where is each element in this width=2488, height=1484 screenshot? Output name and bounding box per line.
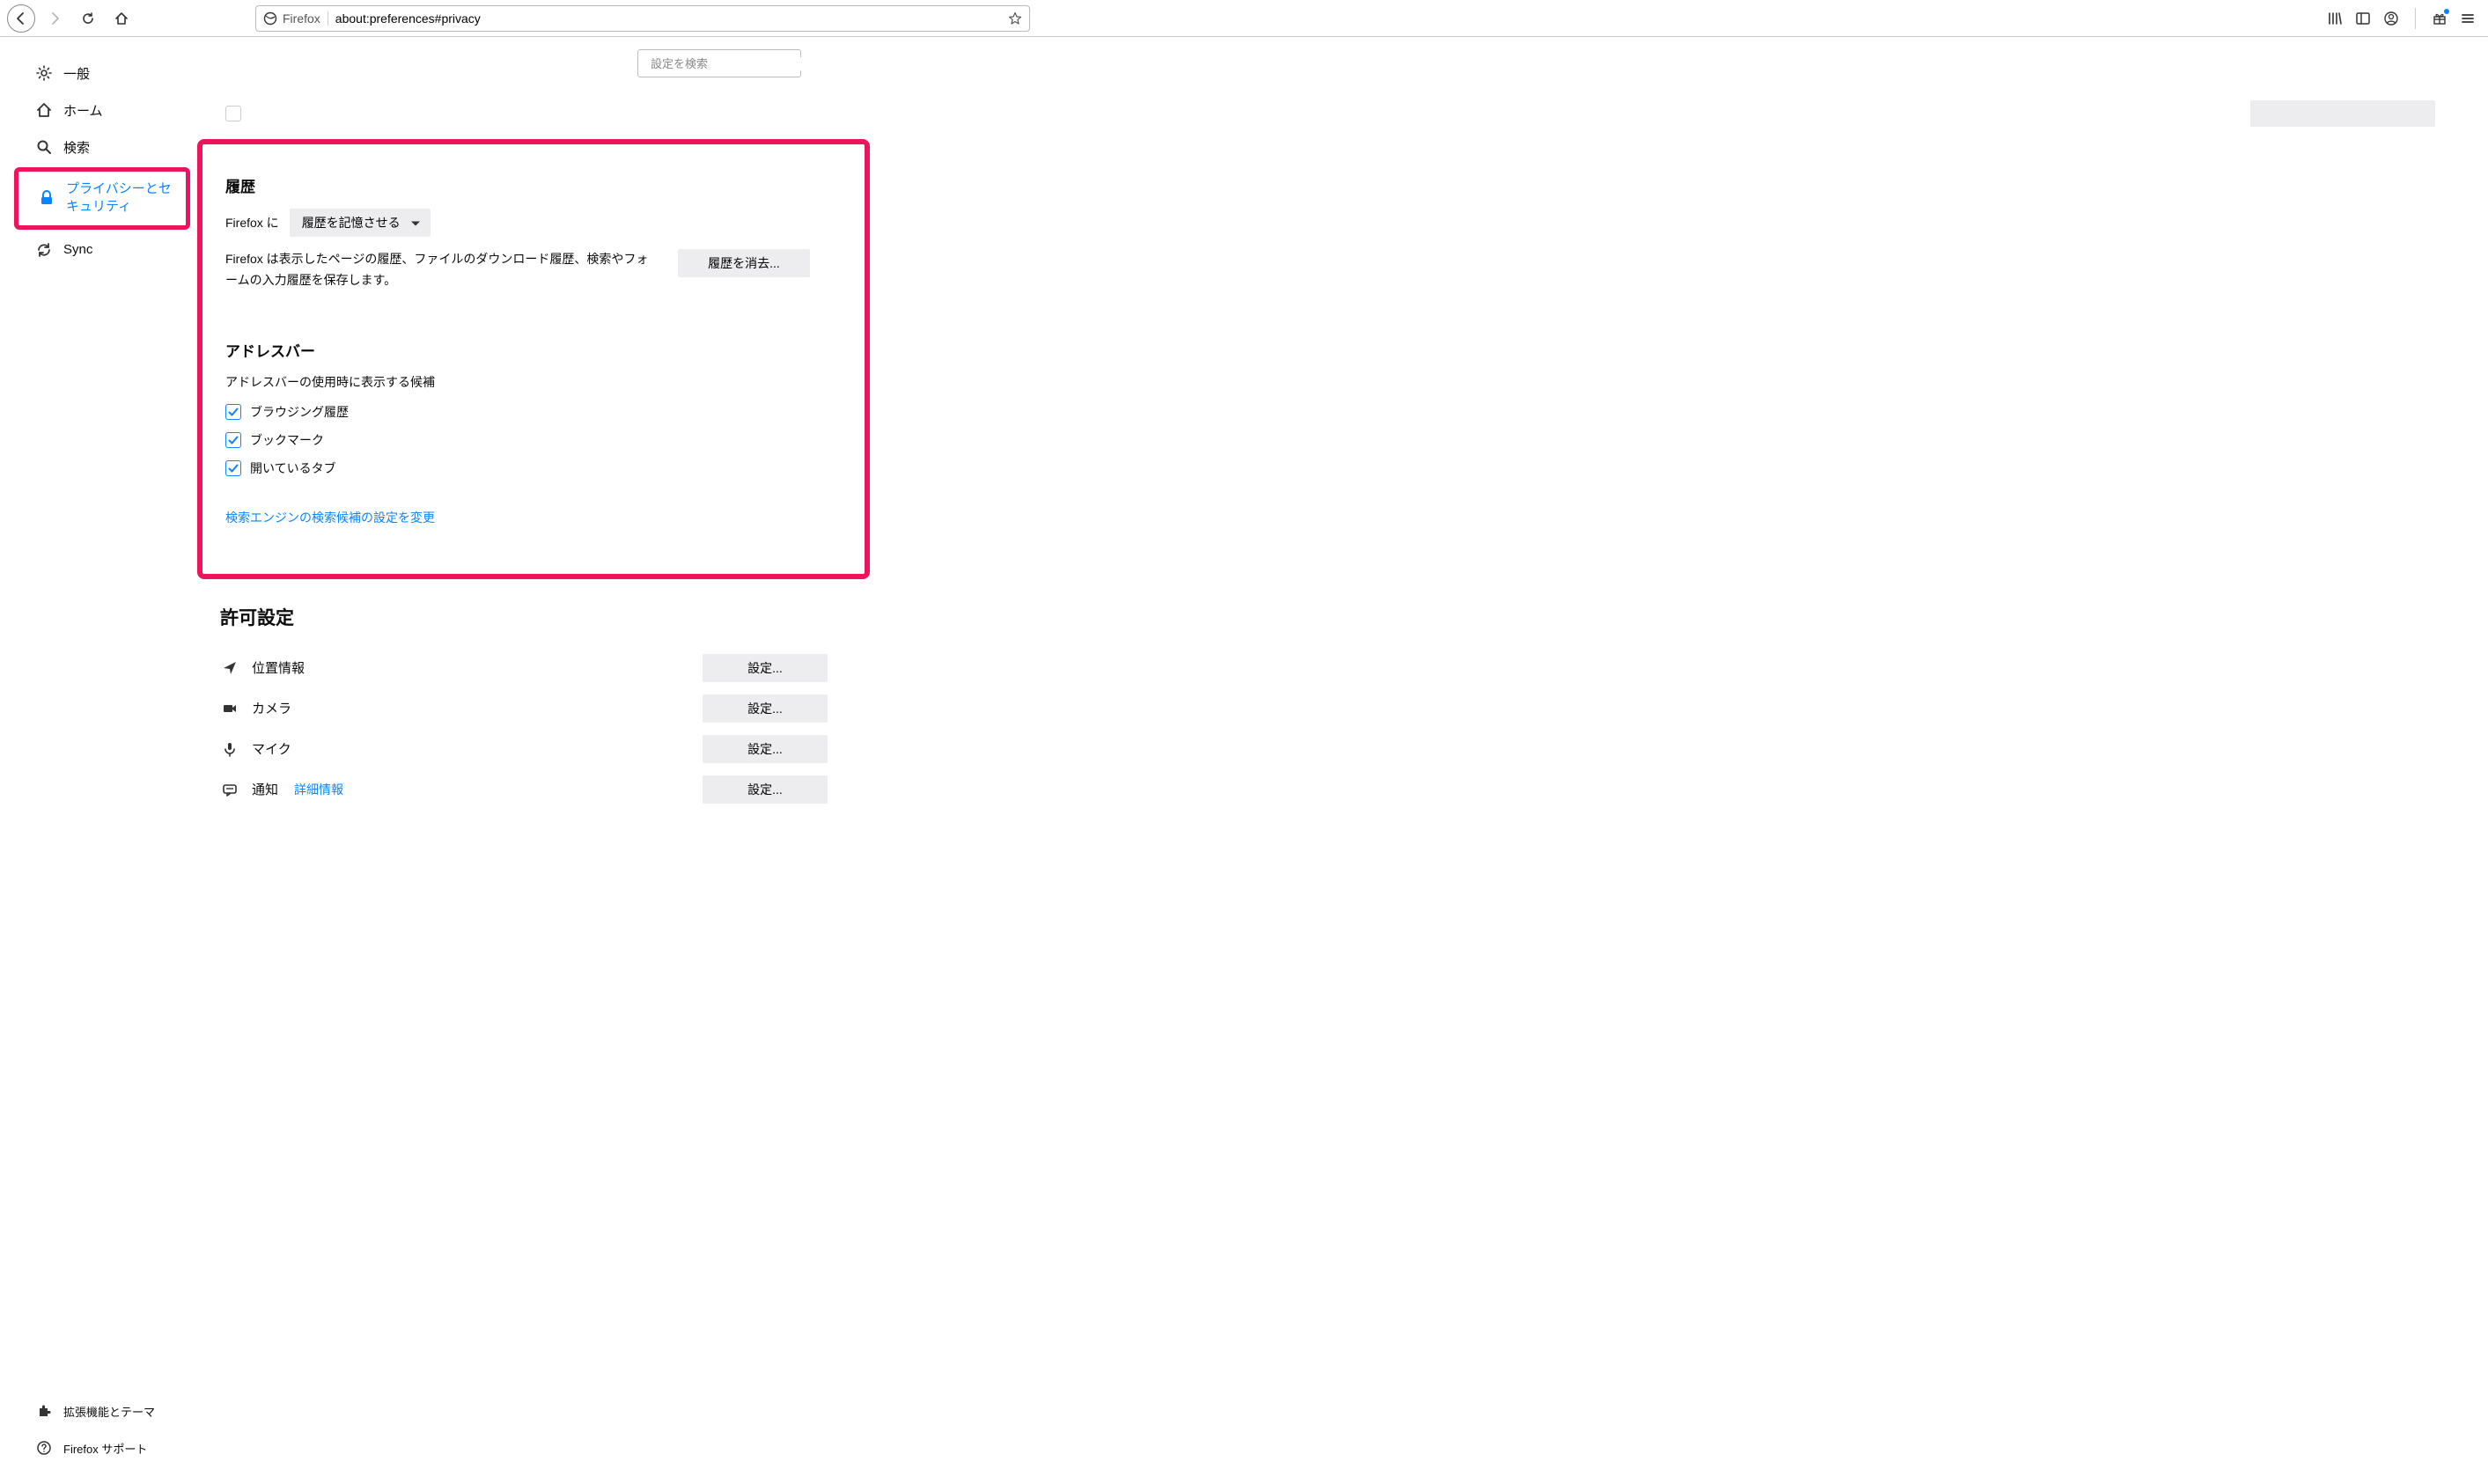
- button-cutoff[interactable]: [2250, 100, 2435, 127]
- perm-row-notifications: 通知 詳細情報 設定...: [220, 769, 828, 810]
- perm-row-location: 位置情報 設定...: [220, 648, 828, 688]
- addressbar-title: アドレスバー: [225, 339, 842, 361]
- history-prefix-label: Firefox に: [225, 214, 279, 231]
- account-icon: [2383, 11, 2399, 26]
- notification-icon: [220, 782, 239, 797]
- perm-label: 位置情報: [252, 658, 305, 677]
- clear-history-button[interactable]: 履歴を消去...: [678, 249, 810, 277]
- url-text: about:preferences#privacy: [335, 11, 1001, 26]
- perm-settings-button[interactable]: 設定...: [703, 654, 828, 682]
- home-button[interactable]: [107, 4, 136, 33]
- checkbox-label: ブラウジング履歴: [250, 403, 349, 421]
- checkbox[interactable]: [225, 432, 241, 448]
- library-button[interactable]: [2327, 11, 2343, 26]
- sidebar-item-label: Firefox サポート: [63, 1440, 147, 1457]
- history-description: Firefox は表示したページの履歴、ファイルのダウンロード履歴、検索やフォー…: [225, 249, 657, 291]
- account-button[interactable]: [2383, 11, 2399, 26]
- perm-label: 通知: [252, 780, 278, 798]
- search-suggestions-link[interactable]: 検索エンジンの検索候補の設定を変更: [225, 509, 435, 526]
- sidebar-item-label: 一般: [63, 64, 90, 83]
- preferences-search-input[interactable]: [651, 57, 806, 70]
- reload-button[interactable]: [74, 4, 102, 33]
- sidebar-item-search[interactable]: 検索: [0, 129, 197, 165]
- sidebar-item-support[interactable]: Firefox サポート: [0, 1429, 197, 1466]
- history-title: 履歴: [225, 174, 842, 196]
- checkbox-cutoff[interactable]: [225, 106, 241, 121]
- search-icon: [35, 138, 53, 156]
- identity-box[interactable]: Firefox: [263, 11, 328, 26]
- location-icon: [220, 660, 239, 676]
- addressbar-opt-browsing[interactable]: ブラウジング履歴: [225, 403, 842, 421]
- checkbox[interactable]: [225, 460, 241, 476]
- gift-icon: [2432, 11, 2448, 26]
- sidebar-icon: [2355, 11, 2371, 26]
- whatsnew-button[interactable]: [2432, 11, 2448, 26]
- perm-settings-button[interactable]: 設定...: [703, 775, 828, 804]
- perm-label: カメラ: [252, 699, 291, 717]
- perm-label: マイク: [252, 739, 291, 758]
- arrow-right-icon: [48, 11, 62, 26]
- help-icon: [35, 1439, 53, 1457]
- preferences-main: 履歴 Firefox に 履歴を記憶させる Firefox は表示したページの履…: [197, 37, 2488, 1484]
- permissions-title: 許可設定: [220, 604, 828, 630]
- toolbar-separator: [2415, 8, 2416, 29]
- sidebar-item-extensions[interactable]: 拡張機能とテーマ: [0, 1392, 197, 1429]
- preferences-search[interactable]: [637, 49, 801, 77]
- sync-icon: [35, 241, 53, 259]
- perm-details-link[interactable]: 詳細情報: [294, 781, 343, 798]
- perm-settings-button[interactable]: 設定...: [703, 694, 828, 723]
- microphone-icon: [220, 741, 239, 757]
- menu-button[interactable]: [2460, 11, 2476, 26]
- reload-icon: [81, 11, 95, 26]
- puzzle-icon: [35, 1402, 53, 1420]
- browser-toolbar: Firefox about:preferences#privacy: [0, 0, 2488, 37]
- perm-row-camera: カメラ 設定...: [220, 688, 828, 729]
- back-button[interactable]: [7, 4, 35, 33]
- sidebar-item-label: 拡張機能とテーマ: [63, 1403, 155, 1420]
- checkbox-label: ブックマーク: [250, 431, 324, 449]
- check-icon: [227, 434, 239, 446]
- sidebar-item-label: ホーム: [63, 101, 103, 120]
- bookmark-star-button[interactable]: [1008, 11, 1022, 26]
- addressbar-description: アドレスバーの使用時に表示する候補: [225, 373, 842, 391]
- perm-row-microphone: マイク 設定...: [220, 729, 828, 769]
- perm-settings-button[interactable]: 設定...: [703, 735, 828, 763]
- sidebar-item-general[interactable]: 一般: [0, 55, 197, 92]
- sidebar-button[interactable]: [2355, 11, 2371, 26]
- history-mode-select[interactable]: 履歴を記憶させる: [290, 209, 431, 237]
- sidebar-item-label: プライバシーとセキュリティ: [66, 180, 175, 217]
- library-icon: [2327, 11, 2343, 26]
- highlight-box-privacy: プライバシーとセキュリティ: [14, 167, 190, 230]
- check-icon: [227, 406, 239, 418]
- identity-label: Firefox: [283, 11, 320, 26]
- hamburger-icon: [2460, 11, 2476, 26]
- permissions-section: 許可設定 位置情報 設定... カメラ 設定... マイク 設定... 通知 詳…: [220, 604, 828, 810]
- sidebar-item-privacy[interactable]: プライバシーとセキュリティ: [18, 173, 186, 224]
- arrow-left-icon: [14, 11, 28, 26]
- camera-icon: [220, 701, 239, 716]
- lock-icon: [38, 189, 55, 207]
- check-icon: [227, 462, 239, 474]
- checkbox[interactable]: [225, 404, 241, 420]
- home-icon: [114, 11, 129, 26]
- sidebar-item-home[interactable]: ホーム: [0, 92, 197, 129]
- sidebar-item-label: 検索: [63, 138, 90, 157]
- forward-button[interactable]: [40, 4, 69, 33]
- highlighted-section: 履歴 Firefox に 履歴を記憶させる Firefox は表示したページの履…: [197, 139, 870, 579]
- addressbar-opt-opentabs[interactable]: 開いているタブ: [225, 459, 842, 477]
- toolbar-right: [2327, 8, 2481, 29]
- checkbox-label: 開いているタブ: [250, 459, 336, 477]
- sidebar-item-sync[interactable]: Sync: [0, 231, 197, 268]
- addressbar-section: アドレスバー アドレスバーの使用時に表示する候補 ブラウジング履歴 ブックマーク…: [225, 339, 842, 526]
- url-bar[interactable]: Firefox about:preferences#privacy: [255, 5, 1030, 32]
- star-icon: [1008, 11, 1022, 26]
- gear-icon: [35, 64, 53, 82]
- sidebar-item-label: Sync: [63, 242, 92, 257]
- cutoff-row: [220, 102, 2488, 125]
- home-icon: [35, 101, 53, 119]
- preferences-sidebar: 一般 ホーム 検索 プライバシーとセキュリティ Sync 拡張機能とテーマ: [0, 37, 197, 1484]
- addressbar-opt-bookmarks[interactable]: ブックマーク: [225, 431, 842, 449]
- firefox-icon: [263, 11, 277, 26]
- history-section: 履歴 Firefox に 履歴を記憶させる Firefox は表示したページの履…: [225, 174, 842, 291]
